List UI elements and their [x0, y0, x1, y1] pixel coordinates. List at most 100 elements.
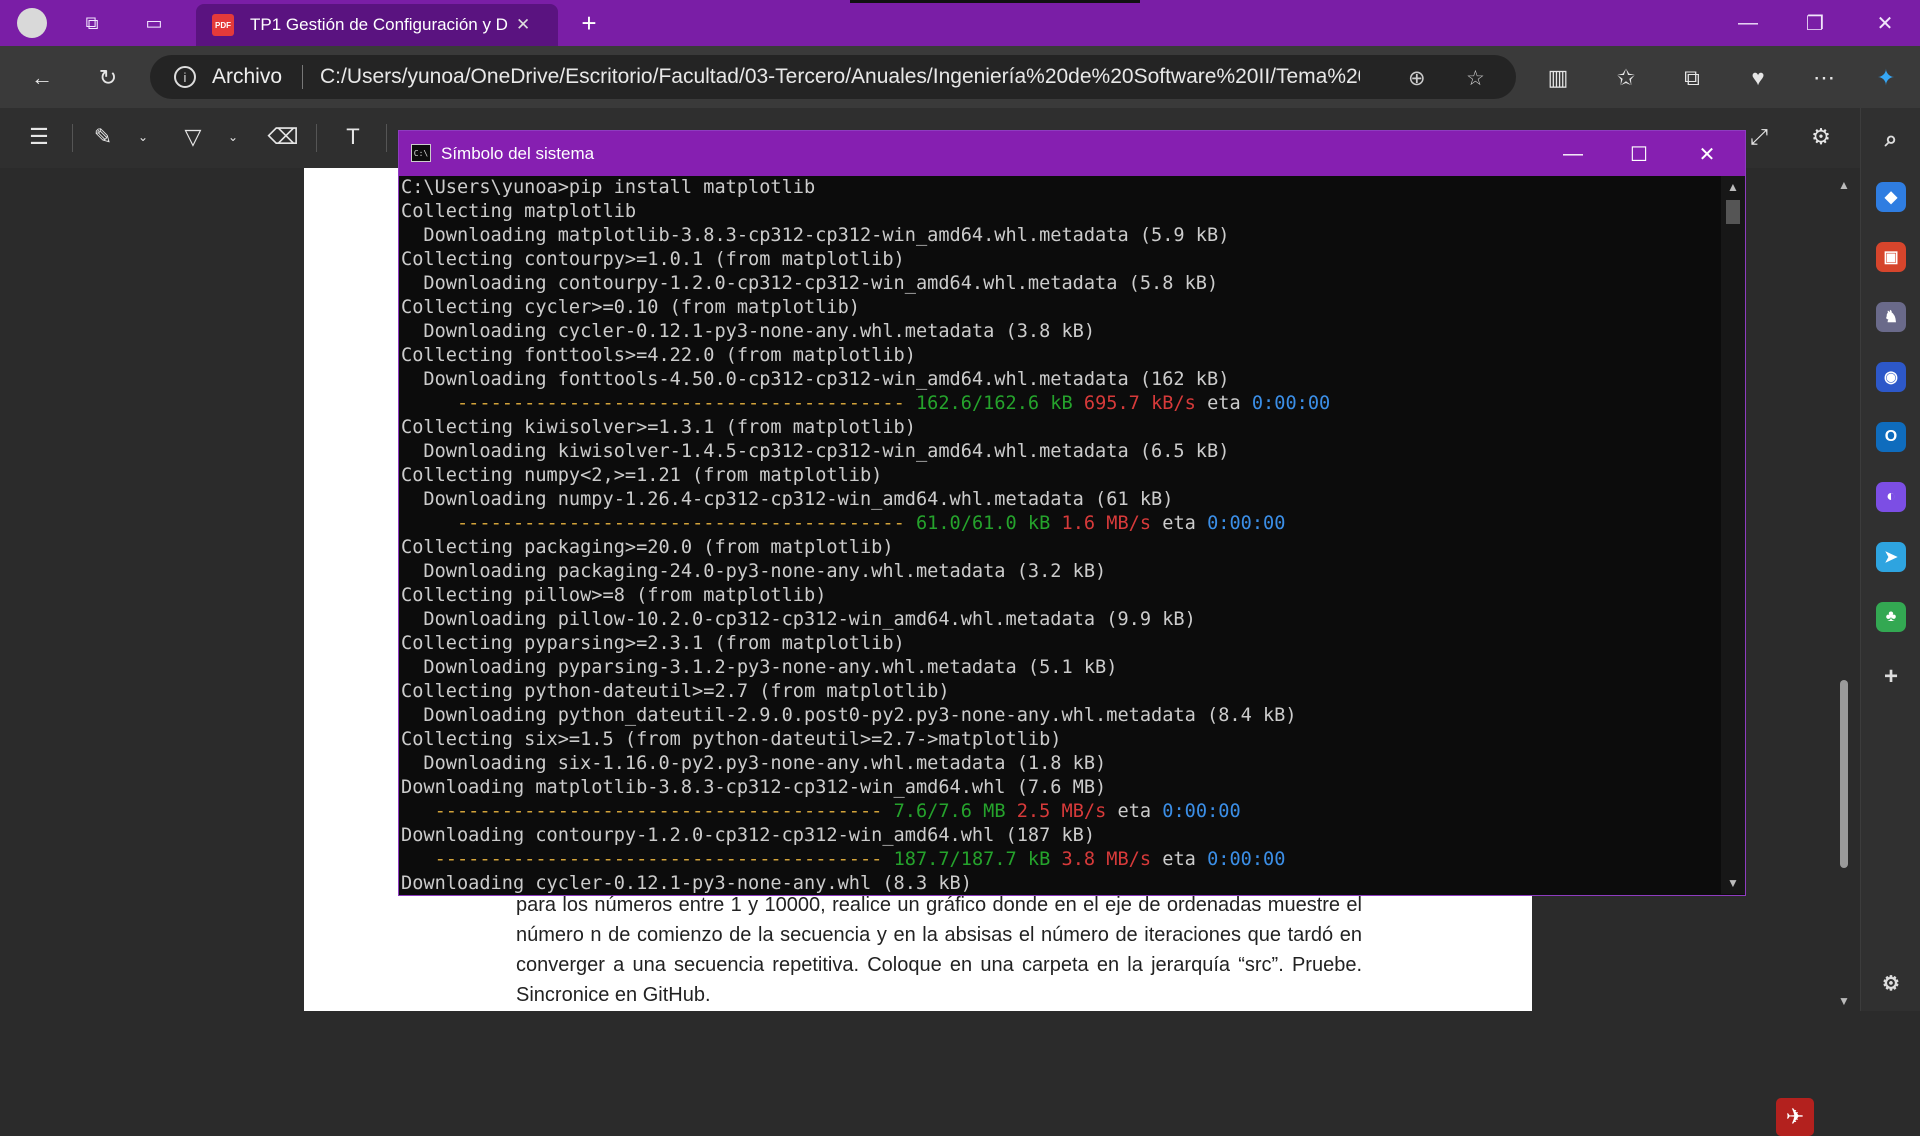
- zoom-icon[interactable]: ⊕: [1408, 66, 1426, 91]
- tools-icon[interactable]: ▣: [1876, 242, 1906, 272]
- progress-eta-label: eta: [1207, 393, 1241, 414]
- console-line: Downloading packaging-24.0-py3-none-any.…: [401, 560, 1721, 584]
- sidebar-settings-gear-icon[interactable]: ⚙: [1876, 968, 1906, 998]
- command-prompt-window[interactable]: C:\ Símbolo del sistema — ☐ ✕ C:\Users\y…: [398, 130, 1746, 896]
- console-line-text: Downloading contourpy-1.2.0-cp312-cp312-…: [401, 273, 1219, 294]
- acrobat-icon[interactable]: ✈: [1776, 1098, 1814, 1136]
- draw-icon[interactable]: ▽: [178, 122, 208, 152]
- collections-icon[interactable]: ⧉: [1676, 62, 1708, 94]
- send-icon[interactable]: ➤: [1876, 542, 1906, 572]
- console-line: Downloading cycler-0.12.1-py3-none-any.w…: [401, 872, 1721, 894]
- profile-avatar[interactable]: [17, 8, 47, 38]
- tab-actions-icon[interactable]: ▭: [139, 8, 169, 38]
- browser-essentials-icon[interactable]: ♥: [1742, 62, 1774, 94]
- fullscreen-icon[interactable]: ⤢: [1744, 122, 1774, 152]
- back-icon[interactable]: ←: [26, 62, 58, 94]
- close-window-button[interactable]: ✕: [1865, 8, 1905, 38]
- progress-eta-label: eta: [1162, 513, 1196, 534]
- favorites-icon[interactable]: ✩: [1610, 62, 1642, 94]
- cmd-maximize-button[interactable]: ☐: [1619, 139, 1659, 169]
- toolbar-separator: [72, 124, 73, 152]
- console-line-text: Downloading pillow-10.2.0-cp312-cp312-wi…: [401, 609, 1196, 630]
- chevron-down-icon[interactable]: ⌄: [218, 122, 248, 152]
- console-line-text: Collecting cycler>=0.10 (from matplotlib…: [401, 297, 860, 318]
- split-screen-icon[interactable]: ▥: [1542, 62, 1574, 94]
- scroll-up-icon[interactable]: ▲: [1838, 178, 1850, 192]
- cmd-minimize-button[interactable]: —: [1553, 139, 1593, 169]
- console-line: Downloading contourpy-1.2.0-cp312-cp312-…: [401, 824, 1721, 848]
- progress-done-size: 7.6/7.6 MB: [893, 801, 1006, 822]
- scroll-thumb[interactable]: [1840, 680, 1848, 868]
- progress-indent: [401, 849, 435, 870]
- console-line: C:\Users\yunoa>pip install matplotlib: [401, 176, 1721, 200]
- progress-eta-label: eta: [1117, 801, 1152, 822]
- console-line-text: C:\Users\yunoa>pip install matplotlib: [401, 177, 816, 198]
- console-line-text: Downloading kiwisolver-1.4.5-cp312-cp312…: [401, 441, 1230, 462]
- console-line-text: Collecting numpy<2,>=1.21 (from matplotl…: [401, 465, 883, 486]
- progress-bar-dashes: ----------------------------------------: [434, 801, 894, 822]
- tab-close-icon[interactable]: ✕: [516, 15, 530, 35]
- progress-indent: [401, 801, 435, 822]
- restore-button[interactable]: ❐: [1795, 8, 1835, 38]
- console-line: Downloading cycler-0.12.1-py3-none-any.w…: [401, 320, 1721, 344]
- toolbar-separator: [316, 124, 317, 152]
- games-icon[interactable]: ♞: [1876, 302, 1906, 332]
- console-line: Downloading six-1.16.0-py2.py3-none-any.…: [401, 752, 1721, 776]
- console-line-text: Downloading pyparsing-3.1.2-py3-none-any…: [401, 657, 1118, 678]
- console-line-text: Collecting kiwisolver>=1.3.1 (from matpl…: [401, 417, 916, 438]
- console-line: Collecting packaging>=20.0 (from matplot…: [401, 536, 1721, 560]
- contents-list-icon[interactable]: ☰: [24, 122, 54, 152]
- scroll-thumb[interactable]: [1726, 200, 1740, 224]
- workspaces-icon[interactable]: ⧉: [77, 8, 107, 38]
- progress-speed: 3.8 MB/s: [1061, 849, 1152, 870]
- cmd-close-button[interactable]: ✕: [1687, 139, 1727, 169]
- new-tab-button[interactable]: +: [574, 8, 604, 38]
- text-box-icon[interactable]: T: [338, 122, 368, 152]
- refresh-icon[interactable]: ↻: [92, 62, 124, 94]
- console-progress-line: ----------------------------------------…: [401, 848, 1721, 872]
- navigation-bar: ← ↻ i Archivo C:/Users/yunoa/OneDrive/Es…: [0, 46, 1920, 108]
- console-line: Downloading matplotlib-3.8.3-cp312-cp312…: [401, 224, 1721, 248]
- console-line: Collecting numpy<2,>=1.21 (from matplotl…: [401, 464, 1721, 488]
- progress-eta-value: 0:00:00: [1251, 393, 1331, 414]
- shopping-icon[interactable]: ◆: [1876, 182, 1906, 212]
- designer-icon[interactable]: ◐: [1876, 482, 1906, 512]
- console-line-text: Collecting packaging>=20.0 (from matplot…: [401, 537, 894, 558]
- scroll-up-icon[interactable]: ▲: [1727, 180, 1739, 194]
- tree-icon[interactable]: ♣: [1876, 602, 1906, 632]
- console-line: Downloading pyparsing-3.1.2-py3-none-any…: [401, 656, 1721, 680]
- pdf-file-icon: PDF: [212, 14, 234, 36]
- scroll-down-icon[interactable]: ▼: [1838, 994, 1850, 1008]
- progress-bar-dashes: ----------------------------------------: [456, 513, 916, 534]
- chevron-down-icon[interactable]: ⌄: [128, 122, 158, 152]
- add-icon[interactable]: +: [1876, 662, 1906, 692]
- console-line-text: Collecting six>=1.5 (from python-dateuti…: [401, 729, 1062, 750]
- outlook-icon[interactable]: O: [1876, 422, 1906, 452]
- tab-pdf[interactable]: PDF TP1 Gestión de Configuración y D ✕: [196, 4, 558, 46]
- address-bar[interactable]: i Archivo C:/Users/yunoa/OneDrive/Escrit…: [150, 55, 1516, 99]
- browser-titlebar: ⧉ ▭ PDF TP1 Gestión de Configuración y D…: [0, 0, 1920, 46]
- scroll-down-icon[interactable]: ▼: [1727, 876, 1739, 890]
- search-icon[interactable]: ⌕: [1876, 124, 1906, 154]
- microsoft365-icon[interactable]: ◉: [1876, 362, 1906, 392]
- console-output[interactable]: C:\Users\yunoa>pip install matplotlib Col…: [401, 176, 1721, 894]
- cmd-title: Símbolo del sistema: [441, 144, 595, 163]
- console-line: Collecting pillow>=8 (from matplotlib): [401, 584, 1721, 608]
- progress-eta-value: 0:00:00: [1162, 801, 1241, 822]
- console-line: Downloading kiwisolver-1.4.5-cp312-cp312…: [401, 440, 1721, 464]
- highlight-icon[interactable]: ✎: [88, 122, 118, 152]
- favorite-star-icon[interactable]: ☆: [1466, 66, 1485, 91]
- progress-done-size: 162.6/162.6 kB: [915, 393, 1073, 414]
- pdf-settings-gear-icon[interactable]: ⚙: [1806, 122, 1836, 152]
- cmd-titlebar[interactable]: C:\ Símbolo del sistema — ☐ ✕: [399, 131, 1745, 176]
- console-line-text: Downloading contourpy-1.2.0-cp312-cp312-…: [401, 825, 1096, 846]
- cmd-scrollbar[interactable]: ▲ ▼: [1721, 176, 1745, 894]
- more-menu-icon[interactable]: ⋯: [1808, 62, 1840, 94]
- minimize-button[interactable]: —: [1728, 8, 1768, 38]
- console-progress-line: ----------------------------------------…: [401, 392, 1721, 416]
- url-text[interactable]: C:/Users/yunoa/OneDrive/Escritorio/Facul…: [320, 65, 1360, 89]
- document-scrollbar[interactable]: ▲ ▼: [1836, 178, 1852, 1008]
- info-icon[interactable]: i: [174, 66, 196, 88]
- copilot-icon[interactable]: ✦: [1870, 62, 1902, 94]
- eraser-icon[interactable]: ⌫: [267, 122, 298, 152]
